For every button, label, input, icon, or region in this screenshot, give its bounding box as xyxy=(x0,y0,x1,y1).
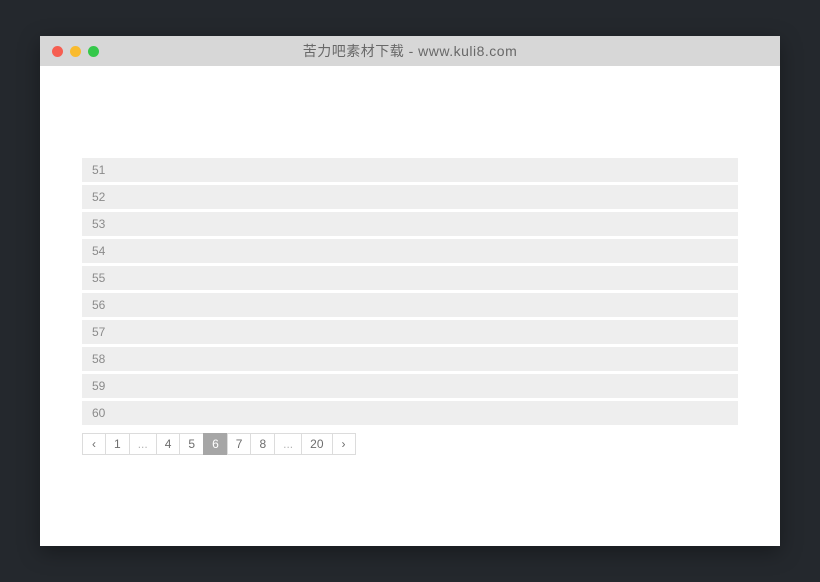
item-list: 51 52 53 54 55 56 57 58 59 60 xyxy=(82,158,738,425)
list-item: 53 xyxy=(82,212,738,236)
list-item: 54 xyxy=(82,239,738,263)
prev-page-button[interactable]: ‹ xyxy=(82,433,106,455)
page-number-button[interactable]: 4 xyxy=(156,433,181,455)
window-title: 苦力吧素材下载 - www.kuli8.com xyxy=(40,41,780,61)
browser-window: 苦力吧素材下载 - www.kuli8.com 51 52 53 54 55 5… xyxy=(40,36,780,546)
list-item: 58 xyxy=(82,347,738,371)
list-item: 55 xyxy=(82,266,738,290)
next-page-button[interactable]: › xyxy=(332,433,356,455)
list-item: 56 xyxy=(82,293,738,317)
content-area: 51 52 53 54 55 56 57 58 59 60 ‹ 1 ... 4 … xyxy=(40,66,780,546)
list-item: 51 xyxy=(82,158,738,182)
page-ellipsis: ... xyxy=(274,433,302,455)
list-item: 57 xyxy=(82,320,738,344)
titlebar: 苦力吧素材下载 - www.kuli8.com xyxy=(40,36,780,66)
page-number-button[interactable]: 7 xyxy=(227,433,252,455)
page-number-button[interactable]: 20 xyxy=(301,433,332,455)
maximize-window-button[interactable] xyxy=(88,46,99,57)
page-number-button-active[interactable]: 6 xyxy=(203,433,228,455)
close-window-button[interactable] xyxy=(52,46,63,57)
list-item: 59 xyxy=(82,374,738,398)
page-ellipsis: ... xyxy=(129,433,157,455)
pagination: ‹ 1 ... 4 5 6 7 8 ... 20 › xyxy=(82,433,738,455)
page-number-button[interactable]: 5 xyxy=(179,433,204,455)
page-number-button[interactable]: 1 xyxy=(105,433,130,455)
page-number-button[interactable]: 8 xyxy=(250,433,275,455)
traffic-lights xyxy=(40,46,99,57)
minimize-window-button[interactable] xyxy=(70,46,81,57)
list-item: 60 xyxy=(82,401,738,425)
list-item: 52 xyxy=(82,185,738,209)
